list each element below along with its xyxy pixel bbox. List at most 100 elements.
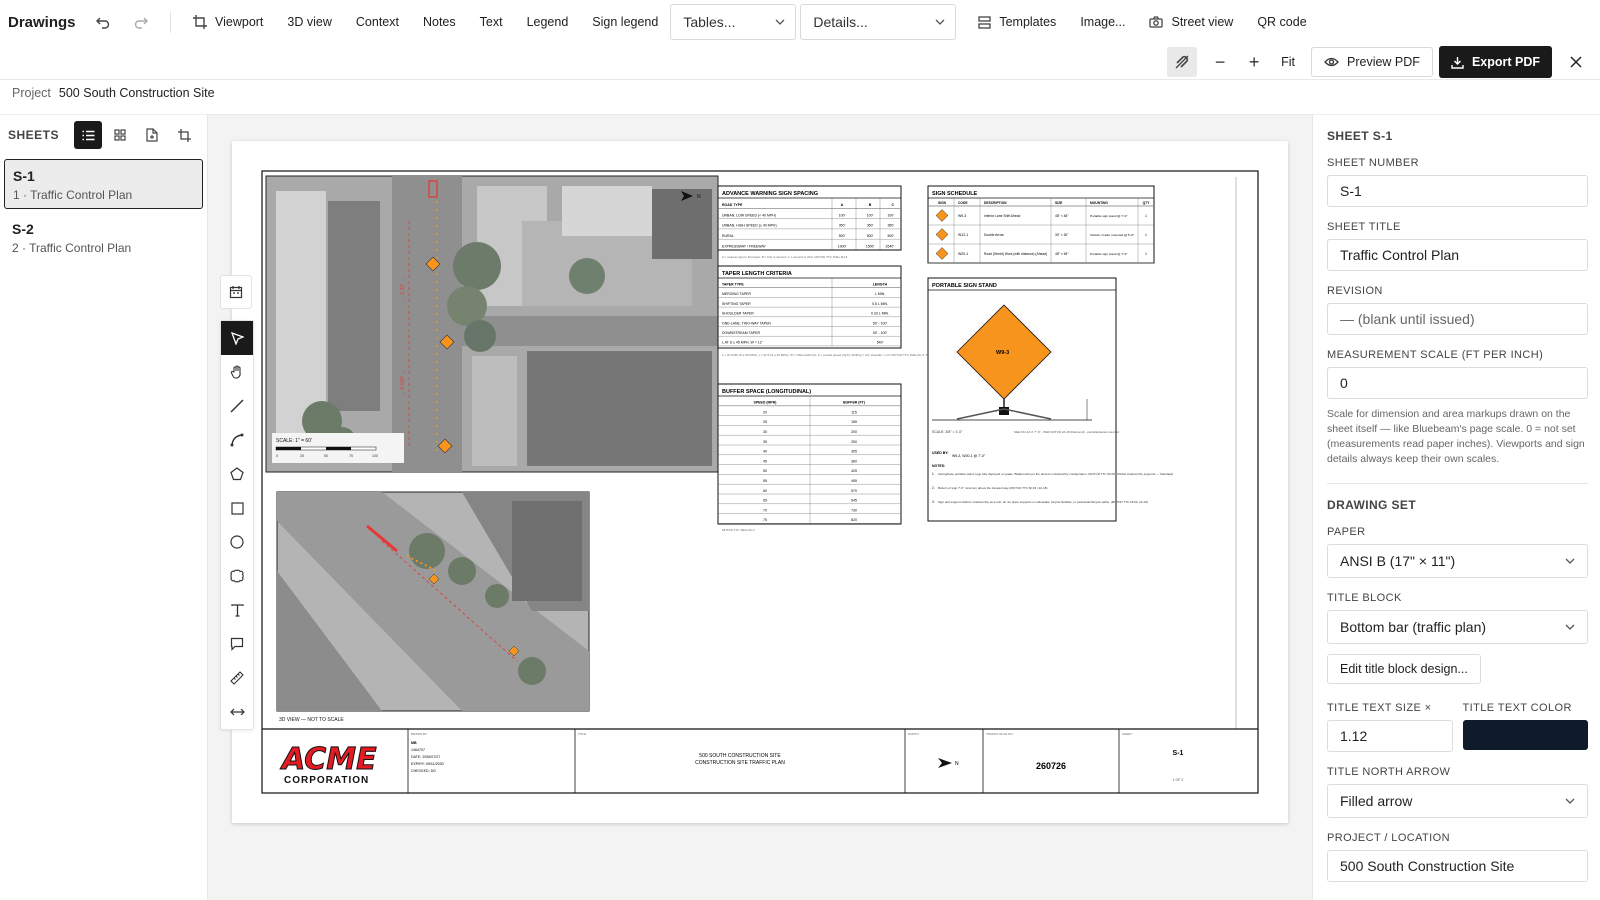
table-cell: 540' xyxy=(877,341,884,345)
note-number: 2. xyxy=(932,486,935,490)
curve-tool[interactable] xyxy=(221,423,253,457)
ellipse-tool[interactable] xyxy=(221,525,253,559)
pan-tool[interactable] xyxy=(221,355,253,389)
street-view-label: Street view xyxy=(1171,15,1234,29)
sheet-number-input[interactable]: S-1 xyxy=(1327,175,1588,207)
sheet-paper: ← 1 30' → ← 0 100' → N SCALE: 1" = 60' 0… xyxy=(232,141,1288,823)
drawn-by-label: DRAWN BY xyxy=(411,732,427,736)
add-sheet-button[interactable] xyxy=(138,121,166,149)
line-tool[interactable] xyxy=(221,389,253,423)
table-cell: 35 xyxy=(763,440,767,444)
aws-table[interactable]: ADVANCE WARNING SIGN SPACING ROAD TYPE A B… xyxy=(717,185,902,259)
sign-legend-button[interactable]: Sign legend xyxy=(580,7,670,37)
sheet-title-line1: 500 SOUTH CONSTRUCTION SITE xyxy=(699,753,781,759)
zoom-in-button[interactable]: + xyxy=(1237,47,1271,77)
rectangle-tool[interactable] xyxy=(221,491,253,525)
legend-button[interactable]: Legend xyxy=(515,7,581,37)
table-header: SPEED (MPH) xyxy=(754,401,777,405)
sheet-title-input[interactable]: Traffic Control Plan xyxy=(1327,239,1588,271)
project-name[interactable]: 500 South Construction Site xyxy=(59,86,215,100)
drawing-canvas[interactable]: ← 1 30' → ← 0 100' → N SCALE: 1" = 60' 0… xyxy=(208,115,1312,900)
crop-icon xyxy=(177,128,191,142)
table-cell: 250 xyxy=(851,440,857,444)
3d-view-button[interactable]: 3D view xyxy=(275,7,343,37)
preview-pdf-button[interactable]: Preview PDF xyxy=(1311,47,1433,77)
sign-desc-cell: Interior Lane Shift Ahead xyxy=(984,214,1020,218)
templates-icon xyxy=(978,15,991,29)
redo-icon[interactable] xyxy=(130,11,152,33)
select-tool[interactable] xyxy=(221,321,253,355)
crop-sheet-button[interactable] xyxy=(170,121,198,149)
sign-schedule-table[interactable]: SIGN SCHEDULE SIGN CODE DESCRIPTION SIZE MOU… xyxy=(927,185,1155,264)
used-by-label: USED BY: xyxy=(932,451,948,455)
drawn-by-line: 1464707 xyxy=(411,748,425,752)
grid-view-button[interactable] xyxy=(106,121,134,149)
close-button[interactable] xyxy=(1558,47,1594,77)
fit-button[interactable]: Fit xyxy=(1271,47,1305,77)
details-select[interactable]: Details... xyxy=(800,4,957,40)
table-header: DESCRIPTION xyxy=(984,201,1007,205)
qr-code-button[interactable]: QR code xyxy=(1245,7,1318,37)
sign-stand-detail[interactable]: PORTABLE SIGN STAND W9-3 SCALE: 3/8" = 1… xyxy=(927,277,1173,522)
drawing-set-header: DRAWING SET xyxy=(1327,498,1417,512)
north-arrow-label: TITLE NORTH ARROW xyxy=(1327,766,1451,778)
viewport-button[interactable]: Viewport xyxy=(181,7,275,37)
measure-tool[interactable] xyxy=(221,661,253,695)
title-text-size-input[interactable]: 1.12 xyxy=(1327,720,1453,752)
callout-tool[interactable] xyxy=(221,627,253,661)
sign-mount-cell: Vehicle / trailer mounted @ 5'-0" xyxy=(1090,233,1134,237)
buffer-table[interactable]: BUFFER SPACE (LONGITUDINAL) SPEED (MPH) B… xyxy=(717,383,902,532)
pentagon-icon xyxy=(230,467,244,481)
table-note: A = nearest sign to first taper, B = fir… xyxy=(722,255,848,259)
notes-button[interactable]: Notes xyxy=(411,7,468,37)
dimension-tool[interactable] xyxy=(221,695,253,729)
calendar-tool[interactable] xyxy=(220,275,252,309)
title-block-select[interactable]: Bottom bar (traffic plan) xyxy=(1327,610,1588,644)
north-label: N xyxy=(697,194,701,200)
sheets-title: SHEETS xyxy=(8,128,60,142)
text-button[interactable]: Text xyxy=(468,7,515,37)
edit-title-block-button[interactable]: Edit title block design... xyxy=(1327,654,1481,684)
undo-icon[interactable] xyxy=(92,11,114,33)
aerial-viewport[interactable]: ← 1 30' → ← 0 100' → N SCALE: 1" = 60' 0… xyxy=(265,175,719,473)
text-tool[interactable] xyxy=(221,593,253,627)
polygon-tool[interactable] xyxy=(221,457,253,491)
templates-button[interactable]: Templates xyxy=(966,7,1068,37)
scale-input[interactable]: 0 xyxy=(1327,367,1588,399)
export-pdf-button[interactable]: Export PDF xyxy=(1438,46,1552,78)
context-button[interactable]: Context xyxy=(344,7,411,37)
title-block[interactable]: ACME CORPORATION DRAWN BY MB 1464707 DATE:… xyxy=(262,728,1258,793)
table-title: BUFFER SPACE (LONGITUDINAL) xyxy=(722,389,811,395)
props-header: SHEET S-1 xyxy=(1327,129,1393,143)
list-view-button[interactable] xyxy=(74,121,102,149)
zoom-out-button[interactable]: − xyxy=(1203,47,1237,77)
tables-select[interactable]: Tables... xyxy=(670,4,797,40)
chevron-down-icon xyxy=(1565,798,1575,804)
cloud-icon xyxy=(230,569,244,583)
chevron-down-icon xyxy=(1565,624,1575,630)
drawn-by-line: DATE: 2026/07/27 xyxy=(411,755,440,759)
title-text-color-swatch[interactable] xyxy=(1462,720,1588,750)
table-header: QTY xyxy=(1143,201,1151,205)
street-view-button[interactable]: Street view xyxy=(1137,7,1245,37)
revision-input[interactable]: — (blank until issued) xyxy=(1327,303,1588,335)
close-icon xyxy=(1570,56,1582,68)
sheet-item-s-1[interactable]: S-1 1 · Traffic Control Plan xyxy=(4,159,203,209)
taper-table[interactable]: TAPER LENGTH CRITERIA TAPER TYPE LENGTH ME… xyxy=(717,265,941,357)
3d-viewport[interactable]: 3D VIEW — NOT TO SCALE xyxy=(276,491,590,723)
snap-toggle[interactable] xyxy=(1167,47,1198,77)
table-cell: 360 xyxy=(851,459,857,463)
paper-select[interactable]: ANSI B (17" × 11") xyxy=(1327,544,1588,578)
sheet-code: S-1 xyxy=(13,168,35,184)
cloud-tool[interactable] xyxy=(221,559,253,593)
sheet-title-label: SHEET TITLE xyxy=(1327,221,1401,233)
properties-panel: SHEET S-1 SHEET NUMBER S-1 SHEET TITLE T… xyxy=(1312,115,1600,900)
sheet-item-s-2[interactable]: S-2 2 · Traffic Control Plan xyxy=(4,213,203,263)
note-text: Spring/base portable stand, legs fully d… xyxy=(938,472,1173,476)
table-cell: 645 xyxy=(851,499,857,503)
image-button[interactable]: Image... xyxy=(1068,7,1137,37)
table-header: SIZE xyxy=(1055,201,1063,205)
used-by-value: W9-3, W20-1 @ 7'-0" xyxy=(952,454,986,458)
project-location-input[interactable]: 500 South Construction Site xyxy=(1327,850,1588,882)
north-arrow-select[interactable]: Filled arrow xyxy=(1327,784,1588,818)
